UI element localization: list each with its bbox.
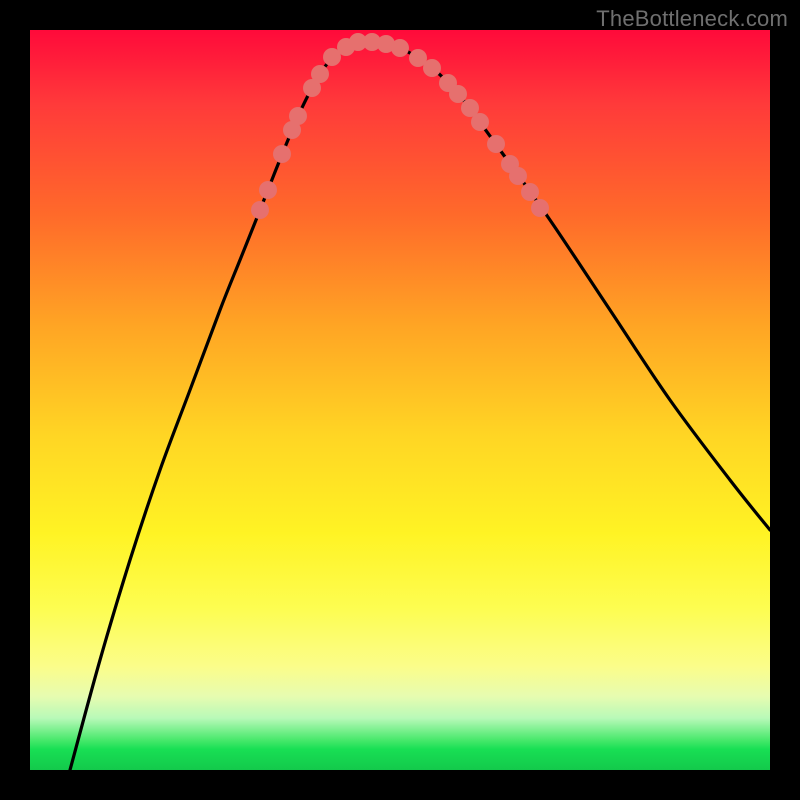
plot-area [30,30,770,770]
highlight-dot [487,135,505,153]
highlight-dot [391,39,409,57]
curve-svg [30,30,770,770]
bottleneck-curve [70,41,770,770]
highlight-dot [251,201,269,219]
highlight-dot [509,167,527,185]
highlight-dot [531,199,549,217]
highlight-dot [259,181,277,199]
highlight-dot [521,183,539,201]
highlight-dot [289,107,307,125]
highlight-dot [423,59,441,77]
highlight-dot [273,145,291,163]
highlight-dot [449,85,467,103]
chart-frame: TheBottleneck.com [0,0,800,800]
highlight-dot [471,113,489,131]
watermark-text: TheBottleneck.com [596,6,788,32]
highlight-dot [311,65,329,83]
highlight-dots [251,33,549,219]
